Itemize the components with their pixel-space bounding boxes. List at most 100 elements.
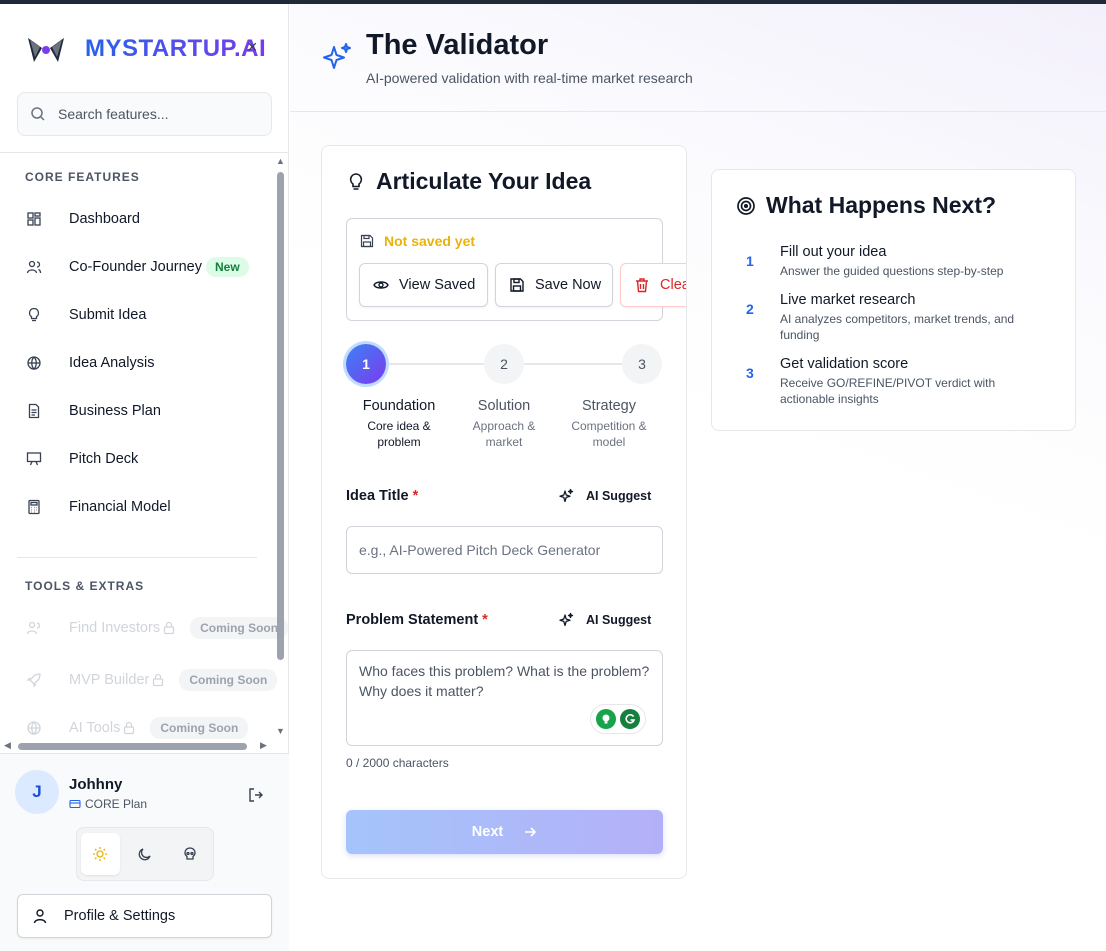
scrollbar-thumb[interactable] xyxy=(18,743,247,750)
skull-theme-button[interactable] xyxy=(170,833,209,875)
required-marker: * xyxy=(412,488,419,504)
next-button[interactable]: Next xyxy=(346,810,663,854)
save-icon xyxy=(360,234,374,248)
problem-statement-label: Problem Statement * xyxy=(346,612,488,628)
sidebar-item-dashboard[interactable]: Dashboard xyxy=(25,203,140,235)
view-saved-button[interactable]: View Saved xyxy=(359,263,488,307)
lightbulb-icon[interactable] xyxy=(596,709,616,729)
coming-soon-badge: Coming Soon xyxy=(150,717,249,739)
sparkles-icon xyxy=(323,43,351,69)
save-now-button[interactable]: Save Now xyxy=(495,263,613,307)
step-text: AI analyzes competitors, market trends, … xyxy=(780,312,1015,342)
new-badge: New xyxy=(206,257,249,277)
save-status-text: Not saved yet xyxy=(384,233,476,249)
sidebar-item-business-plan[interactable]: Business Plan xyxy=(25,395,161,427)
list-item: 3 Get validation score Receive GO/REFINE… xyxy=(746,356,1046,406)
sidebar-item-label: Idea Analysis xyxy=(69,355,155,371)
arrow-right-icon xyxy=(525,827,537,837)
lightbulb-icon xyxy=(25,306,43,324)
close-icon[interactable]: × xyxy=(247,37,258,58)
search-box[interactable] xyxy=(17,92,272,136)
lock-icon xyxy=(163,621,175,635)
sidebar-item-label: Submit Idea xyxy=(69,307,147,323)
page-title: The Validator xyxy=(366,29,549,61)
idea-title-label: Idea Title * xyxy=(346,488,419,504)
scroll-down-arrow-icon[interactable]: ▼ xyxy=(276,726,285,736)
card-icon xyxy=(69,799,81,809)
step-name: Strategy xyxy=(582,398,636,414)
card-title-text: Articulate Your Idea xyxy=(376,168,592,194)
list-item: 1 Fill out your idea Answer the guided q… xyxy=(746,244,1046,284)
card-title: What Happens Next? xyxy=(736,192,996,219)
brand-name: MYSTARTUP.AI xyxy=(85,35,267,62)
profile-settings-button[interactable]: Profile & Settings xyxy=(17,894,272,938)
presentation-icon xyxy=(25,450,43,468)
users-icon xyxy=(25,619,43,637)
sidebar-item-cofounder-journey[interactable]: Co-Founder Journey New xyxy=(25,251,249,283)
step-2-indicator[interactable]: 2 xyxy=(484,344,524,384)
sidebar-item-label: AI Tools xyxy=(69,720,121,736)
sidebar-item-mvp-builder: MVP Builder Coming Soon xyxy=(25,664,278,696)
sidebar-item-label: Financial Model xyxy=(69,499,171,515)
clear-draft-button[interactable]: Clear Draft xyxy=(620,263,686,307)
document-icon xyxy=(25,402,43,420)
divider xyxy=(17,557,257,558)
globe-icon xyxy=(25,354,43,372)
ai-suggest-problem-button[interactable]: AI Suggest xyxy=(558,612,651,628)
search-input[interactable] xyxy=(58,106,258,122)
required-marker: * xyxy=(482,612,488,628)
dark-theme-button[interactable] xyxy=(126,833,165,875)
horizontal-scrollbar[interactable]: ◀ ▶ xyxy=(4,740,272,752)
page-subtitle: AI-powered validation with real-time mar… xyxy=(366,70,693,86)
sidebar-item-label: Business Plan xyxy=(69,403,161,419)
globe-icon xyxy=(25,719,43,737)
scroll-right-arrow-icon[interactable]: ▶ xyxy=(260,740,267,751)
step-3-indicator[interactable]: 3 xyxy=(622,344,662,384)
writing-assistant-widget[interactable] xyxy=(590,704,646,734)
light-theme-button[interactable] xyxy=(81,833,120,875)
character-count: 0 / 2000 characters xyxy=(346,756,449,770)
sidebar-item-financial-model[interactable]: Financial Model xyxy=(25,491,171,523)
avatar[interactable]: J xyxy=(15,770,59,814)
logo[interactable]: MYSTARTUP.AI xyxy=(24,30,266,70)
scroll-left-arrow-icon[interactable]: ◀ xyxy=(4,740,11,751)
vertical-scrollbar[interactable]: ▲ ▼ xyxy=(274,156,286,738)
sidebar-item-label: Find Investors xyxy=(69,620,161,636)
target-icon xyxy=(737,196,755,215)
idea-title-input[interactable] xyxy=(346,526,663,574)
step-description: Competition & model xyxy=(571,419,647,449)
sidebar-item-submit-idea[interactable]: Submit Idea xyxy=(25,299,146,331)
sidebar-item-idea-analysis[interactable]: Idea Analysis xyxy=(25,347,154,379)
scrollbar-thumb[interactable] xyxy=(277,172,284,660)
step-progress: 1 2 3 Foundation Core idea & problem Solu… xyxy=(322,339,686,459)
lock-icon xyxy=(124,721,135,735)
sidebar-nav: CORE FEATURES Dashboard Co-Founder Journ… xyxy=(0,153,289,753)
user-panel: J Johhny CORE Plan Profile & Settings xyxy=(0,753,289,951)
card-title-text: What Happens Next? xyxy=(766,192,997,218)
page-header: The Validator AI-powered validation with… xyxy=(290,4,1106,112)
step-1-indicator[interactable]: 1 xyxy=(346,344,386,384)
card-title: Articulate Your Idea xyxy=(346,168,591,195)
search-icon xyxy=(31,107,45,121)
sparkles-icon xyxy=(559,488,574,503)
scroll-up-arrow-icon[interactable]: ▲ xyxy=(276,156,285,166)
grammarly-icon[interactable] xyxy=(620,709,640,729)
step-text: Receive GO/REFINE/PIVOT verdict with act… xyxy=(780,376,996,406)
step-number: 3 xyxy=(746,365,754,381)
draft-controls: Not saved yet View Saved Save Now Clear … xyxy=(346,218,686,321)
step-title: Fill out your idea xyxy=(780,244,887,260)
section-label-core: CORE FEATURES xyxy=(25,170,140,184)
ai-suggest-label: AI Suggest xyxy=(586,489,652,503)
view-saved-label: View Saved xyxy=(399,277,476,293)
logout-icon[interactable] xyxy=(247,786,265,804)
logo-mark-icon xyxy=(28,38,64,62)
sidebar-item-label: Dashboard xyxy=(69,211,140,227)
rocket-icon xyxy=(25,671,43,689)
section-label-tools: TOOLS & EXTRAS xyxy=(25,579,145,593)
users-icon xyxy=(25,258,43,276)
step-text: Answer the guided questions step-by-step xyxy=(780,264,1004,278)
step-name: Foundation xyxy=(362,398,436,414)
save-now-label: Save Now xyxy=(535,277,602,293)
sidebar-item-pitch-deck[interactable]: Pitch Deck xyxy=(25,443,138,475)
ai-suggest-title-button[interactable]: AI Suggest xyxy=(558,488,651,504)
